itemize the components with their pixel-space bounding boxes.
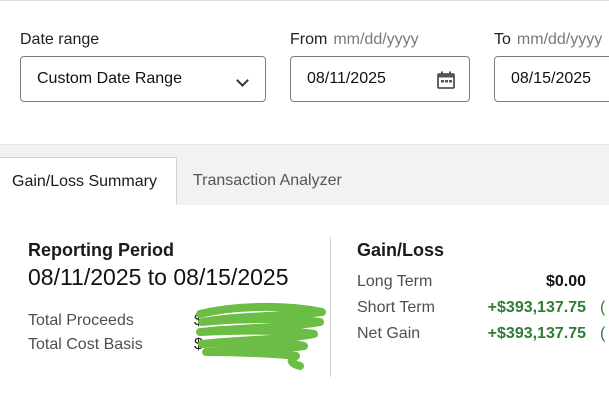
long-term-label: Long Term <box>357 273 433 290</box>
date-range-label: Date range <box>20 31 100 48</box>
total-cost-basis-label: Total Cost Basis <box>28 336 143 353</box>
long-term-value: $0.00 <box>545 273 586 290</box>
from-format-hint: mm/dd/yyyy <box>333 31 419 48</box>
to-date-field[interactable]: 08/15/2025 <box>494 56 609 102</box>
short-term-label: Short Term <box>357 299 435 316</box>
tab-gain-loss-summary[interactable]: Gain/Loss Summary <box>0 157 177 206</box>
to-date-value: 08/15/2025 <box>511 70 592 87</box>
summary-panel: Reporting Period 08/11/2025 to 08/15/202… <box>0 205 609 407</box>
tab-transaction-analyzer[interactable]: Transaction Analyzer <box>193 157 342 206</box>
gain-loss-title: Gain/Loss <box>357 240 445 260</box>
short-term-value: +$393,137.75 <box>487 299 586 316</box>
calendar-icon[interactable] <box>436 70 456 95</box>
redaction-scribble <box>196 302 326 370</box>
from-date-value: 08/11/2025 <box>307 70 386 87</box>
column-divider <box>330 237 331 377</box>
reporting-period-range: 08/11/2025 to 08/15/2025 <box>28 264 289 290</box>
to-format-hint: mm/dd/yyyy <box>516 31 603 48</box>
date-range-value: Custom Date Range <box>37 70 182 87</box>
chevron-down-icon <box>236 74 249 87</box>
tab-bar: Gain/Loss Summary Transaction Analyzer <box>0 144 609 206</box>
gain-loss-page: Date range Custom Date Range From mm/dd/y… <box>0 0 609 407</box>
short-term-extra: ( <box>600 299 606 316</box>
date-filters: Date range Custom Date Range From mm/dd/y… <box>0 0 609 145</box>
to-label: To mm/dd/yyyy <box>494 31 602 49</box>
date-range-select[interactable]: Custom Date Range <box>20 56 266 102</box>
from-label-text: From <box>290 31 328 48</box>
from-date-field[interactable]: 08/11/2025 <box>290 56 470 102</box>
to-label-text: To <box>494 31 511 48</box>
reporting-period-title: Reporting Period <box>28 240 175 260</box>
from-label: From mm/dd/yyyy <box>290 31 419 49</box>
total-proceeds-label: Total Proceeds <box>28 312 134 329</box>
net-gain-value: +$393,137.75 <box>487 325 586 342</box>
net-gain-extra: ( <box>600 325 606 342</box>
net-gain-label: Net Gain <box>357 325 421 342</box>
